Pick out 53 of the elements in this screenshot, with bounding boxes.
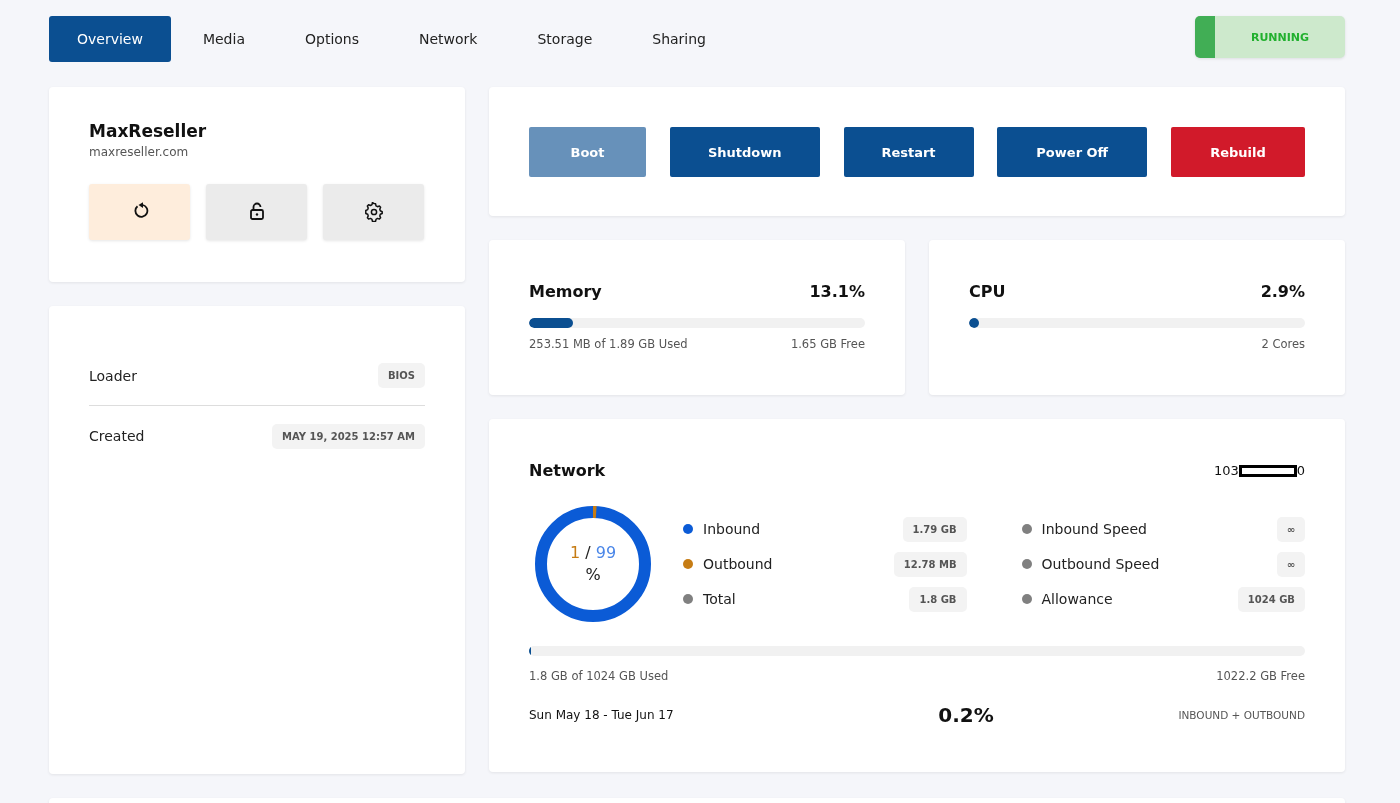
status-badge: RUNNING — [1195, 16, 1345, 58]
ip-address: 0 — [1296, 463, 1305, 478]
action-button[interactable]: Power Off — [997, 127, 1148, 177]
tab[interactable]: Sharing — [624, 16, 734, 62]
detail-label: Created — [89, 428, 145, 444]
settings-button[interactable] — [323, 184, 424, 240]
percent-unit: % — [585, 564, 601, 586]
usage-scope: INBOUND + OUTBOUND — [1178, 709, 1305, 721]
meter-percent: 2.9% — [1260, 282, 1305, 301]
meter-percent: 13.1% — [809, 282, 865, 301]
unlock-button[interactable] — [206, 184, 307, 240]
usage-free: 1022.2 GB Free — [1216, 669, 1305, 683]
stat-label: Outbound — [703, 556, 773, 572]
tab[interactable]: Storage — [509, 16, 621, 62]
stat-value: 1.8 GB — [909, 586, 967, 612]
settings-icon — [364, 202, 383, 222]
separator: / — [585, 542, 591, 562]
ip-address: 103 — [1213, 463, 1239, 478]
server-domain: maxreseller.com — [89, 145, 189, 159]
action-button[interactable]: Rebuild — [1171, 127, 1305, 177]
tab[interactable]: Options — [277, 16, 387, 62]
stat-value: 12.78 MB — [893, 551, 967, 577]
meter-title: CPU — [969, 282, 1006, 301]
redaction-bar — [1238, 464, 1297, 477]
action-button[interactable]: Restart — [843, 127, 974, 177]
meter-used: 253.51 MB of 1.89 GB Used — [529, 337, 688, 351]
stat-label: Outbound Speed — [1041, 556, 1160, 572]
stat-value: ∞ — [1276, 551, 1305, 577]
outbound-share: 1 — [569, 542, 581, 562]
stat-label: Inbound — [703, 521, 761, 537]
meter-detail: 1.65 GB Free — [790, 337, 865, 351]
stat-label: Inbound Speed — [1041, 521, 1147, 537]
meter-detail: 2 Cores — [1261, 337, 1305, 351]
billing-period: Sun May 18 - Tue Jun 17 — [529, 708, 674, 722]
action-button[interactable]: Shutdown — [669, 127, 820, 177]
detail-label: Loader — [89, 367, 137, 384]
stat-label: Total — [703, 591, 736, 607]
stat-value: ∞ — [1276, 516, 1305, 542]
stat-label: Allowance — [1041, 591, 1113, 607]
server-name: MaxReseller — [89, 121, 208, 141]
unlock-icon — [247, 202, 266, 222]
detail-value: MAY 19, 2025 12:57 AM — [272, 423, 425, 449]
meter-title: Memory — [529, 282, 602, 301]
inbound-share: 99 — [595, 542, 617, 562]
usage-percent: 0.2% — [938, 703, 994, 727]
tab[interactable]: Network — [391, 16, 506, 62]
tab[interactable]: Overview — [49, 16, 171, 62]
network-title: Network — [529, 461, 606, 480]
detail-value: BIOS — [377, 363, 425, 388]
stat-value: 1024 GB — [1237, 586, 1305, 612]
stat-value: 1.79 GB — [902, 516, 967, 542]
usage-used: 1.8 GB of 1024 GB Used — [529, 669, 669, 683]
tab[interactable]: Media — [174, 16, 273, 62]
